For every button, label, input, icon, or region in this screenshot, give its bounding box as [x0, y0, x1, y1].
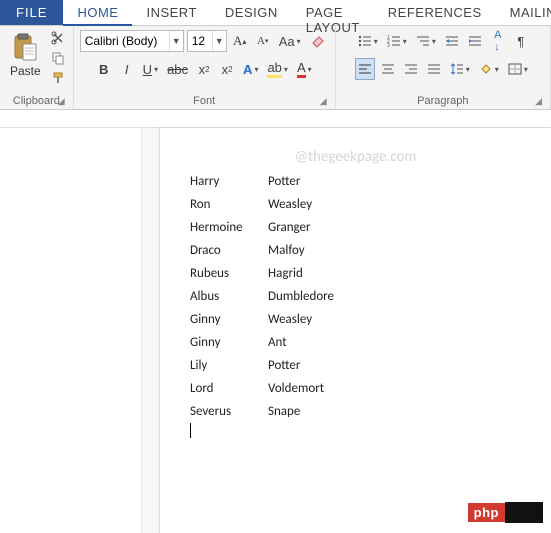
workspace: @thegeekpage.com HarryPotter RonWeasley He… [0, 128, 551, 533]
borders-button[interactable]: ▾ [505, 58, 531, 80]
doc-line[interactable]: AlbusDumbledore [190, 289, 531, 304]
paste-button[interactable]: Paste [6, 30, 45, 80]
align-center-button[interactable] [378, 58, 398, 80]
tab-page-layout[interactable]: PAGE LAYOUT [292, 0, 374, 25]
sort-button[interactable]: A↓ [488, 30, 508, 52]
indent-icon [468, 35, 482, 47]
left-gutter [0, 128, 160, 533]
underline-button[interactable]: U▾ [140, 58, 161, 80]
increase-indent-button[interactable] [465, 30, 485, 52]
font-name-input[interactable] [81, 34, 169, 48]
tab-design[interactable]: DESIGN [211, 0, 292, 25]
font-size-combo[interactable]: ▼ [187, 30, 227, 52]
tab-file[interactable]: FILE [0, 0, 63, 25]
superscript-button[interactable]: x2 [217, 58, 237, 80]
align-left-button[interactable] [355, 58, 375, 80]
subscript-button[interactable]: x2 [194, 58, 214, 80]
format-painter-button[interactable] [49, 70, 67, 86]
numbering-icon: 123 [387, 35, 401, 47]
grow-font-button[interactable]: A▴ [230, 30, 250, 52]
php-badge: php [468, 502, 543, 523]
copy-icon [51, 51, 65, 65]
font-dialog-launcher[interactable]: ◢ [320, 96, 327, 107]
doc-line[interactable]: DracoMalfoy [190, 243, 531, 258]
group-label-paragraph: Paragraph ◢ [342, 93, 544, 107]
doc-line[interactable]: SeverusSnape [190, 404, 531, 419]
horizontal-ruler[interactable] [0, 110, 551, 128]
doc-line[interactable]: LordVoldemort [190, 381, 531, 396]
doc-line[interactable]: RonWeasley [190, 197, 531, 212]
clipboard-icon [12, 32, 38, 62]
tab-references[interactable]: REFERENCES [374, 0, 496, 25]
chevron-down-icon[interactable]: ▼ [212, 31, 226, 51]
strikethrough-button[interactable]: abc [164, 58, 191, 80]
doc-line[interactable]: RubeusHagrid [190, 266, 531, 281]
align-center-icon [381, 63, 395, 75]
bold-button[interactable]: B [94, 58, 114, 80]
paintbrush-icon [51, 71, 65, 85]
eraser-icon [310, 33, 326, 49]
doc-line[interactable]: HarryPotter [190, 174, 531, 189]
clipboard-dialog-launcher[interactable]: ◢ [58, 96, 65, 107]
group-label-font: Font ◢ [80, 93, 329, 107]
paragraph-dialog-launcher[interactable]: ◢ [535, 96, 542, 107]
line-spacing-button[interactable]: ▾ [447, 58, 473, 80]
group-clipboard: Paste Clipboard ◢ [0, 26, 74, 109]
change-case-button[interactable]: Aa▾ [276, 30, 304, 52]
bullets-button[interactable]: ▾ [355, 30, 381, 52]
vertical-ruler[interactable] [141, 128, 159, 533]
bullets-icon [358, 35, 372, 47]
decrease-indent-button[interactable] [442, 30, 462, 52]
badge-right [505, 502, 543, 523]
tab-mailings[interactable]: MAILINGS [496, 0, 551, 25]
tab-home[interactable]: HOME [63, 0, 132, 26]
tab-insert[interactable]: INSERT [132, 0, 210, 25]
copy-button[interactable] [49, 50, 67, 66]
align-left-icon [358, 63, 372, 75]
font-name-combo[interactable]: ▼ [80, 30, 184, 52]
font-color-button[interactable]: A▾ [294, 58, 315, 80]
scissors-icon [51, 31, 65, 45]
show-marks-button[interactable]: ¶ [511, 30, 531, 52]
paste-label: Paste [10, 64, 41, 78]
ribbon: Paste Clipboard ◢ [0, 26, 551, 110]
cut-button[interactable] [49, 30, 67, 46]
outdent-icon [445, 35, 459, 47]
bucket-icon [479, 63, 493, 75]
chevron-down-icon[interactable]: ▼ [169, 31, 183, 51]
doc-line[interactable]: GinnyAnt [190, 335, 531, 350]
line-spacing-icon [450, 63, 464, 75]
shrink-font-button[interactable]: A▾ [253, 30, 273, 52]
doc-line[interactable]: GinnyWeasley [190, 312, 531, 327]
group-label-clipboard: Clipboard ◢ [6, 93, 67, 107]
text-effects-button[interactable]: A▾ [240, 58, 261, 80]
justify-button[interactable] [424, 58, 444, 80]
align-right-button[interactable] [401, 58, 421, 80]
svg-text:3: 3 [387, 43, 390, 47]
numbering-button[interactable]: 123▾ [384, 30, 410, 52]
watermark-text: @thegeekpage.com [160, 148, 551, 166]
group-paragraph: ▾ 123▾ ▾ A↓ ¶ ▾ ▾ ▾ Paragraph ◢ [336, 26, 551, 109]
clear-formatting-button[interactable] [307, 30, 329, 52]
text-cursor [190, 423, 191, 438]
ribbon-tab-bar: FILE HOME INSERT DESIGN PAGE LAYOUT REFE… [0, 0, 551, 26]
group-font: ▼ ▼ A▴ A▾ Aa▾ B I U▾ abc x2 x2 [74, 26, 336, 109]
align-right-icon [404, 63, 418, 75]
shading-button[interactable]: ▾ [476, 58, 502, 80]
doc-line[interactable]: LilyPotter [190, 358, 531, 373]
italic-button[interactable]: I [117, 58, 137, 80]
badge-left: php [468, 503, 505, 522]
highlight-button[interactable]: ab▾ [264, 58, 290, 80]
document-page[interactable]: @thegeekpage.com HarryPotter RonWeasley He… [160, 128, 551, 533]
borders-icon [508, 63, 522, 75]
multilevel-list-button[interactable]: ▾ [413, 30, 439, 52]
font-size-input[interactable] [188, 34, 212, 48]
justify-icon [427, 63, 441, 75]
document-content[interactable]: HarryPotter RonWeasley HermoineGranger Drac… [190, 174, 531, 419]
multilevel-icon [416, 35, 430, 47]
doc-line[interactable]: HermoineGranger [190, 220, 531, 235]
